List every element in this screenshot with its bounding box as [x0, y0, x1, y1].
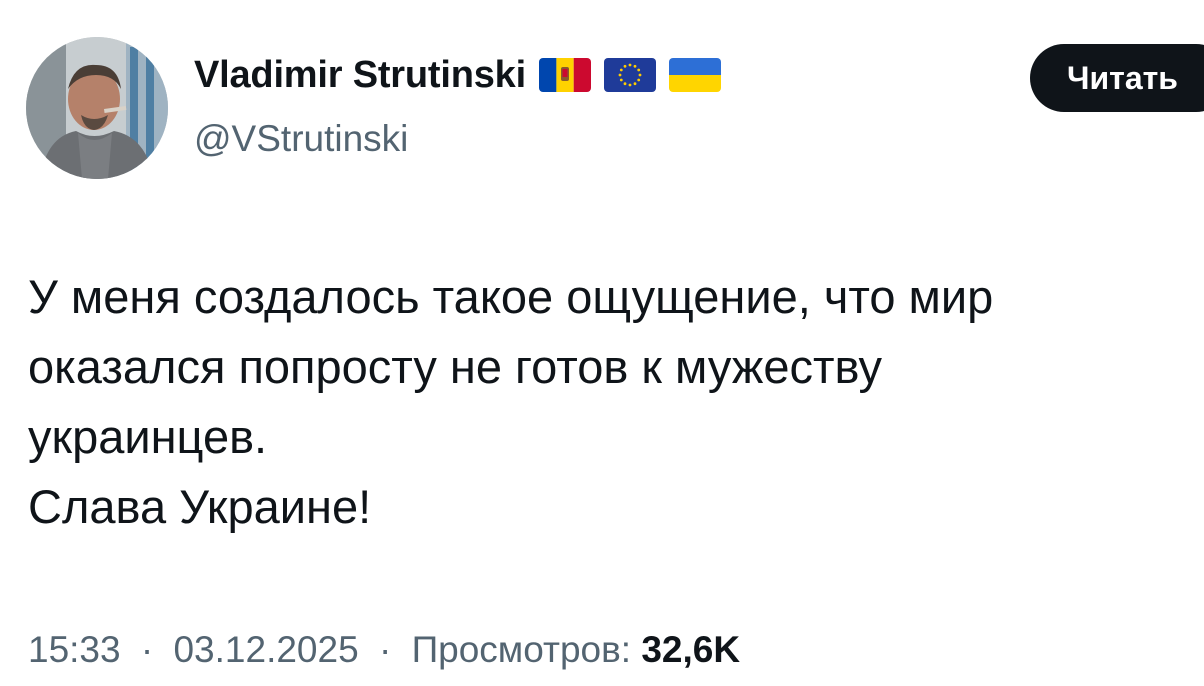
- meta-separator: ·: [378, 629, 392, 670]
- avatar[interactable]: [26, 37, 168, 179]
- meta-separator: ·: [140, 629, 154, 670]
- views-count: 32,6K: [641, 629, 741, 670]
- avatar-image: [26, 37, 168, 179]
- tweet-text-line: украинцев.: [28, 410, 268, 463]
- tweet-text-line: оказался попросту не готов к мужеству: [28, 340, 882, 393]
- follow-button[interactable]: Читать: [1030, 44, 1204, 112]
- tweet-time[interactable]: 15:33: [28, 629, 121, 670]
- tweet-meta: 15:33 · 03.12.2025 · Просмотров: 32,6K: [28, 628, 740, 672]
- tweet: Vladimir Strutinski @VStrutinski Читать …: [0, 0, 1204, 686]
- tweet-text: У меня создалось такое ощущение, что мир…: [28, 262, 1188, 542]
- views-label: Просмотров:: [411, 629, 632, 670]
- tweet-date[interactable]: 03.12.2025: [173, 629, 358, 670]
- author-name[interactable]: Vladimir Strutinski: [194, 52, 721, 98]
- eu-flag-icon: [603, 58, 656, 92]
- ukraine-flag-icon: [668, 58, 721, 92]
- moldova-flag-icon: [538, 58, 591, 92]
- author-handle[interactable]: @VStrutinski: [194, 117, 408, 161]
- tweet-text-line: Слава Украине!: [28, 480, 372, 533]
- tweet-text-line: У меня создалось такое ощущение, что мир: [28, 270, 994, 323]
- author-name-text: Vladimir Strutinski: [194, 54, 526, 96]
